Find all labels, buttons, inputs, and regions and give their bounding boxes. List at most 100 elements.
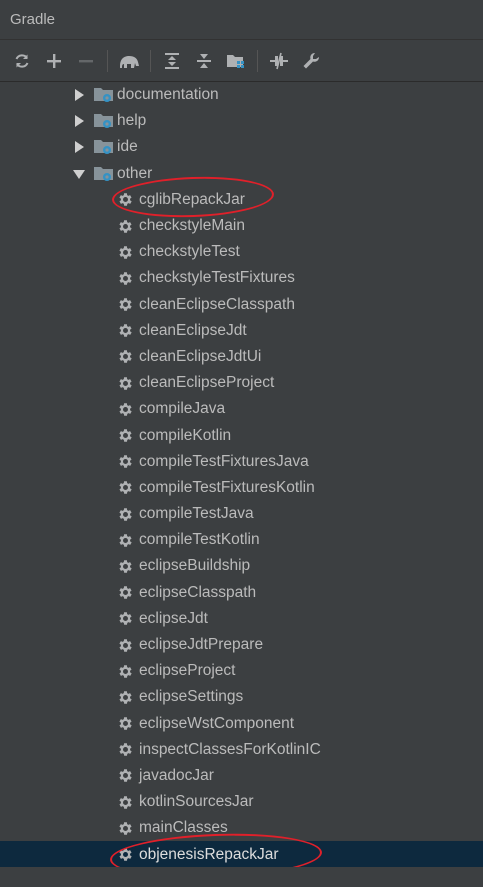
chevron-right-icon[interactable] <box>72 140 86 154</box>
panel-header: Gradle <box>0 0 483 40</box>
tree-task-item[interactable]: eclipseProject <box>0 658 483 684</box>
tree-task-label: javadocJar <box>139 766 214 784</box>
tree-task-item[interactable]: cleanEclipseJdt <box>0 318 483 344</box>
gear-icon <box>117 453 134 470</box>
gear-icon <box>117 348 134 365</box>
tree-folder-documentation[interactable]: documentation <box>0 82 483 108</box>
gear-icon <box>117 296 134 313</box>
tree-task-label: eclipseProject <box>139 662 236 680</box>
gear-icon <box>117 401 134 418</box>
refresh-button[interactable] <box>9 48 35 74</box>
refresh-icon <box>15 53 29 68</box>
tree-task-item[interactable]: eclipseSettings <box>0 684 483 710</box>
folder-gear-icon <box>94 139 114 155</box>
tree-task-item[interactable]: cleanEclipseProject <box>0 370 483 396</box>
gear-icon <box>117 689 134 706</box>
tree-task-label: eclipseJdt <box>139 609 208 627</box>
tree-task-label: eclipseSettings <box>139 688 244 706</box>
tree-task-item[interactable]: mainClasses <box>0 815 483 841</box>
chevron-right-icon[interactable] <box>72 114 86 128</box>
tree-task-item[interactable]: inspectClassesForKotlinIC <box>0 737 483 763</box>
tree-task-label: cleanEclipseJdt <box>139 321 247 339</box>
add-button[interactable] <box>41 48 67 74</box>
wrench-icon <box>303 52 320 68</box>
gear-icon <box>117 558 134 575</box>
gear-icon <box>117 715 134 732</box>
tree-task-label: cleanEclipseJdtUi <box>139 347 262 365</box>
minus-icon <box>79 59 93 62</box>
group-modules-icon <box>227 54 244 68</box>
expand-all-icon <box>165 52 179 69</box>
chevron-down-icon[interactable] <box>72 167 86 181</box>
folder-gear-icon <box>94 113 114 129</box>
tree-task-label: checkstyleTest <box>139 243 240 261</box>
gradle-settings-button[interactable] <box>298 48 324 74</box>
tree-task-label: mainClasses <box>139 819 228 837</box>
panel-title: Gradle <box>10 11 56 28</box>
tree-task-item[interactable]: objenesisRepackJar <box>0 841 483 868</box>
tree-task-label: objenesisRepackJar <box>139 845 279 863</box>
gear-icon <box>117 663 134 680</box>
tree-task-item[interactable]: eclipseClasspath <box>0 580 483 606</box>
collapse-all-icon <box>197 53 211 68</box>
gear-icon <box>117 244 134 261</box>
tree-task-item[interactable]: checkstyleTest <box>0 239 483 265</box>
tree-task-item[interactable]: cleanEclipseClasspath <box>0 292 483 318</box>
toolbar-separator <box>107 49 108 72</box>
toolbar-separator <box>257 49 258 72</box>
gear-icon <box>117 506 134 523</box>
tree-task-item[interactable]: compileTestFixturesKotlin <box>0 475 483 501</box>
toolbar-separator <box>150 49 151 72</box>
tree-task-label: eclipseClasspath <box>139 583 257 601</box>
tree-task-item[interactable]: checkstyleMain <box>0 213 483 239</box>
tree-folder-other[interactable]: other <box>0 161 483 187</box>
tree-task-item[interactable]: compileTestFixturesJava <box>0 449 483 475</box>
tree-task-item[interactable]: checkstyleTestFixtures <box>0 265 483 291</box>
gradle-tasks-tree: documentation help ide other cglibRepack… <box>0 82 483 868</box>
tree-task-item[interactable]: cglibRepackJar <box>0 187 483 213</box>
tree-task-label: compileTestFixturesJava <box>139 452 309 470</box>
tree-task-label: compileKotlin <box>139 426 232 444</box>
tree-task-item[interactable]: compileJava <box>0 396 483 422</box>
gear-icon <box>117 375 134 392</box>
remove-button[interactable] <box>73 48 99 74</box>
tree-task-label: cleanEclipseProject <box>139 374 275 392</box>
tree-task-label: compileTestKotlin <box>139 531 260 549</box>
tree-task-item[interactable]: javadocJar <box>0 763 483 789</box>
tree-task-item[interactable]: compileTestKotlin <box>0 527 483 553</box>
folder-gear-icon <box>94 87 114 103</box>
tree-folder-label: help <box>117 112 147 130</box>
execute-gradle-task-button[interactable] <box>116 48 142 74</box>
tree-folder-help[interactable]: help <box>0 108 483 134</box>
tree-task-label: checkstyleTestFixtures <box>139 269 295 287</box>
tree-folder-ide[interactable]: ide <box>0 134 483 160</box>
group-modules-button[interactable] <box>223 48 249 74</box>
folder-gear-icon <box>94 166 114 182</box>
gear-icon <box>117 218 134 235</box>
gear-icon <box>117 532 134 549</box>
tree-task-item[interactable]: compileTestJava <box>0 501 483 527</box>
gear-icon <box>117 637 134 654</box>
collapse-all-button[interactable] <box>191 48 217 74</box>
expand-all-button[interactable] <box>159 48 185 74</box>
chevron-right-icon[interactable] <box>72 88 86 102</box>
tree-task-label: cleanEclipseClasspath <box>139 295 295 313</box>
tree-task-item[interactable]: eclipseBuildship <box>0 553 483 579</box>
tree-task-label: compileJava <box>139 400 226 418</box>
tree-task-label: inspectClassesForKotlinIC <box>139 740 321 758</box>
plus-icon <box>47 53 61 68</box>
tree-task-item[interactable]: eclipseJdtPrepare <box>0 632 483 658</box>
tree-task-label: eclipseWstComponent <box>139 714 295 732</box>
gear-icon <box>117 191 134 208</box>
gear-icon <box>117 820 134 837</box>
tree-task-label: checkstyleMain <box>139 217 245 235</box>
tree-task-item[interactable]: eclipseJdt <box>0 606 483 632</box>
tree-task-label: cglibRepackJar <box>139 190 245 208</box>
toggle-offline-button[interactable] <box>266 48 292 74</box>
tree-task-item[interactable]: kotlinSourcesJar <box>0 789 483 815</box>
gear-icon <box>117 741 134 758</box>
tree-task-item[interactable]: cleanEclipseJdtUi <box>0 344 483 370</box>
tree-task-item[interactable]: eclipseWstComponent <box>0 711 483 737</box>
tree-task-item[interactable]: compileKotlin <box>0 422 483 448</box>
gear-icon <box>117 322 134 339</box>
